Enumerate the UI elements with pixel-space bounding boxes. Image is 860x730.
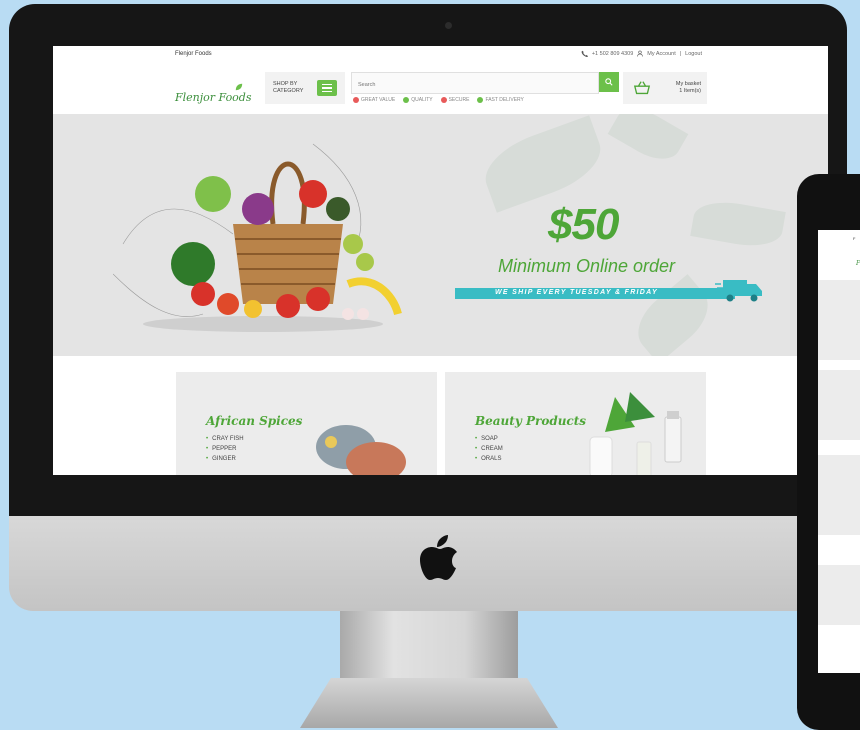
screen-bottom-bezel <box>9 475 847 516</box>
menu-icon <box>317 80 337 96</box>
category-items: SOAP CREAM ORALS <box>475 434 503 464</box>
category-item: GINGER <box>206 454 244 464</box>
basket-count: 1 Item(s) <box>679 88 701 94</box>
apple-logo-icon <box>416 534 460 586</box>
search-box <box>351 72 599 95</box>
promo-amount: $50 <box>548 200 619 249</box>
category-card-beauty-products[interactable]: Beauty Products SOAP CREAM ORALS <box>445 372 706 475</box>
leaf-icon <box>235 83 243 91</box>
category-section: African Spices CRAY FISH PEPPER GINGER B… <box>53 356 828 475</box>
leaf-decoration <box>626 274 720 356</box>
category-items: CRAY FISH PEPPER GINGER <box>206 434 244 464</box>
shipping-banner-text: WE SHIP EVERY TUESDAY & FRIDAY <box>495 289 658 296</box>
delivery-truck-icon <box>715 280 762 302</box>
vegetable-basket-image <box>113 143 402 332</box>
category-title: Beauty Products <box>475 414 587 428</box>
category-title: African Spices <box>206 414 303 428</box>
leaf-decoration <box>607 114 689 169</box>
basket-info: My basket 1 Item(s) <box>676 81 701 95</box>
brand-name: Flenjor Foods <box>175 51 212 57</box>
feature-badges: GREAT VALUE QUALITY SECURE FAST DELIVERY <box>353 97 524 103</box>
search-button[interactable] <box>599 72 619 92</box>
badge-secure: SECURE <box>440 97 469 103</box>
category-item: PEPPER <box>206 444 244 454</box>
tablet-hero <box>818 280 860 360</box>
my-account-link[interactable]: My Account <box>647 51 675 57</box>
category-item: CREAM <box>475 444 503 454</box>
top-bar: Flenjor Foods +1 502 809 4309 My Account… <box>53 46 828 65</box>
user-icon <box>637 50 643 57</box>
search-icon <box>605 78 613 86</box>
separator: | <box>679 50 682 57</box>
badge-dot-icon <box>440 97 447 103</box>
badge-dot-icon <box>353 97 359 103</box>
tablet-card <box>818 565 860 625</box>
site-header: Flenjor Foods SHOP BY CATEGORY GREAT VAL… <box>53 64 828 114</box>
leaf-decoration <box>690 196 786 252</box>
website-screen: Flenjor Foods +1 502 809 4309 My Account… <box>53 46 828 475</box>
search-input[interactable] <box>352 75 580 95</box>
imac-stand-neck <box>340 611 518 681</box>
category-card-african-spices[interactable]: African Spices CRAY FISH PEPPER GINGER <box>176 372 437 475</box>
tablet-screen: F F <box>818 230 860 673</box>
badge-dot-icon <box>477 97 484 103</box>
promo-subtitle: Minimum Online order <box>498 256 676 276</box>
tablet-logo: F <box>856 260 860 267</box>
logout-link[interactable]: Logout <box>685 51 702 57</box>
basket-icon <box>633 81 651 95</box>
shop-by-category-button[interactable]: SHOP BY CATEGORY <box>265 72 345 104</box>
badge-fast-delivery: FAST DELIVERY <box>477 97 524 103</box>
category-item: CRAY FISH <box>206 434 243 444</box>
badge-great-value: GREAT VALUE <box>353 97 395 103</box>
category-item: ORALS <box>475 454 503 464</box>
basket-button[interactable]: My basket 1 Item(s) <box>623 72 707 104</box>
beauty-products-image <box>589 392 682 475</box>
tablet-card <box>818 455 860 535</box>
fish-image <box>316 425 406 475</box>
leaf-decoration <box>476 115 610 213</box>
top-links: +1 502 809 4309 My Account | Logout <box>581 50 702 57</box>
phone-number[interactable]: +1 502 809 4309 <box>592 51 633 57</box>
imac-stand-base <box>300 678 558 728</box>
tablet-card <box>818 370 860 440</box>
tablet-brand: F <box>853 236 856 241</box>
hero-banner[interactable]: $50 Minimum Online order WE SHIP EVERY T… <box>53 114 828 356</box>
basket-label: My basket <box>675 81 701 87</box>
category-item: SOAP <box>475 434 503 444</box>
badge-quality: QUALITY <box>403 97 433 103</box>
site-logo[interactable]: Flenjor Foods <box>175 91 252 104</box>
shop-by-category-label: SHOP BY CATEGORY <box>273 81 304 94</box>
phone-icon <box>581 50 588 57</box>
badge-dot-icon <box>403 97 410 103</box>
camera-dot <box>445 22 452 29</box>
